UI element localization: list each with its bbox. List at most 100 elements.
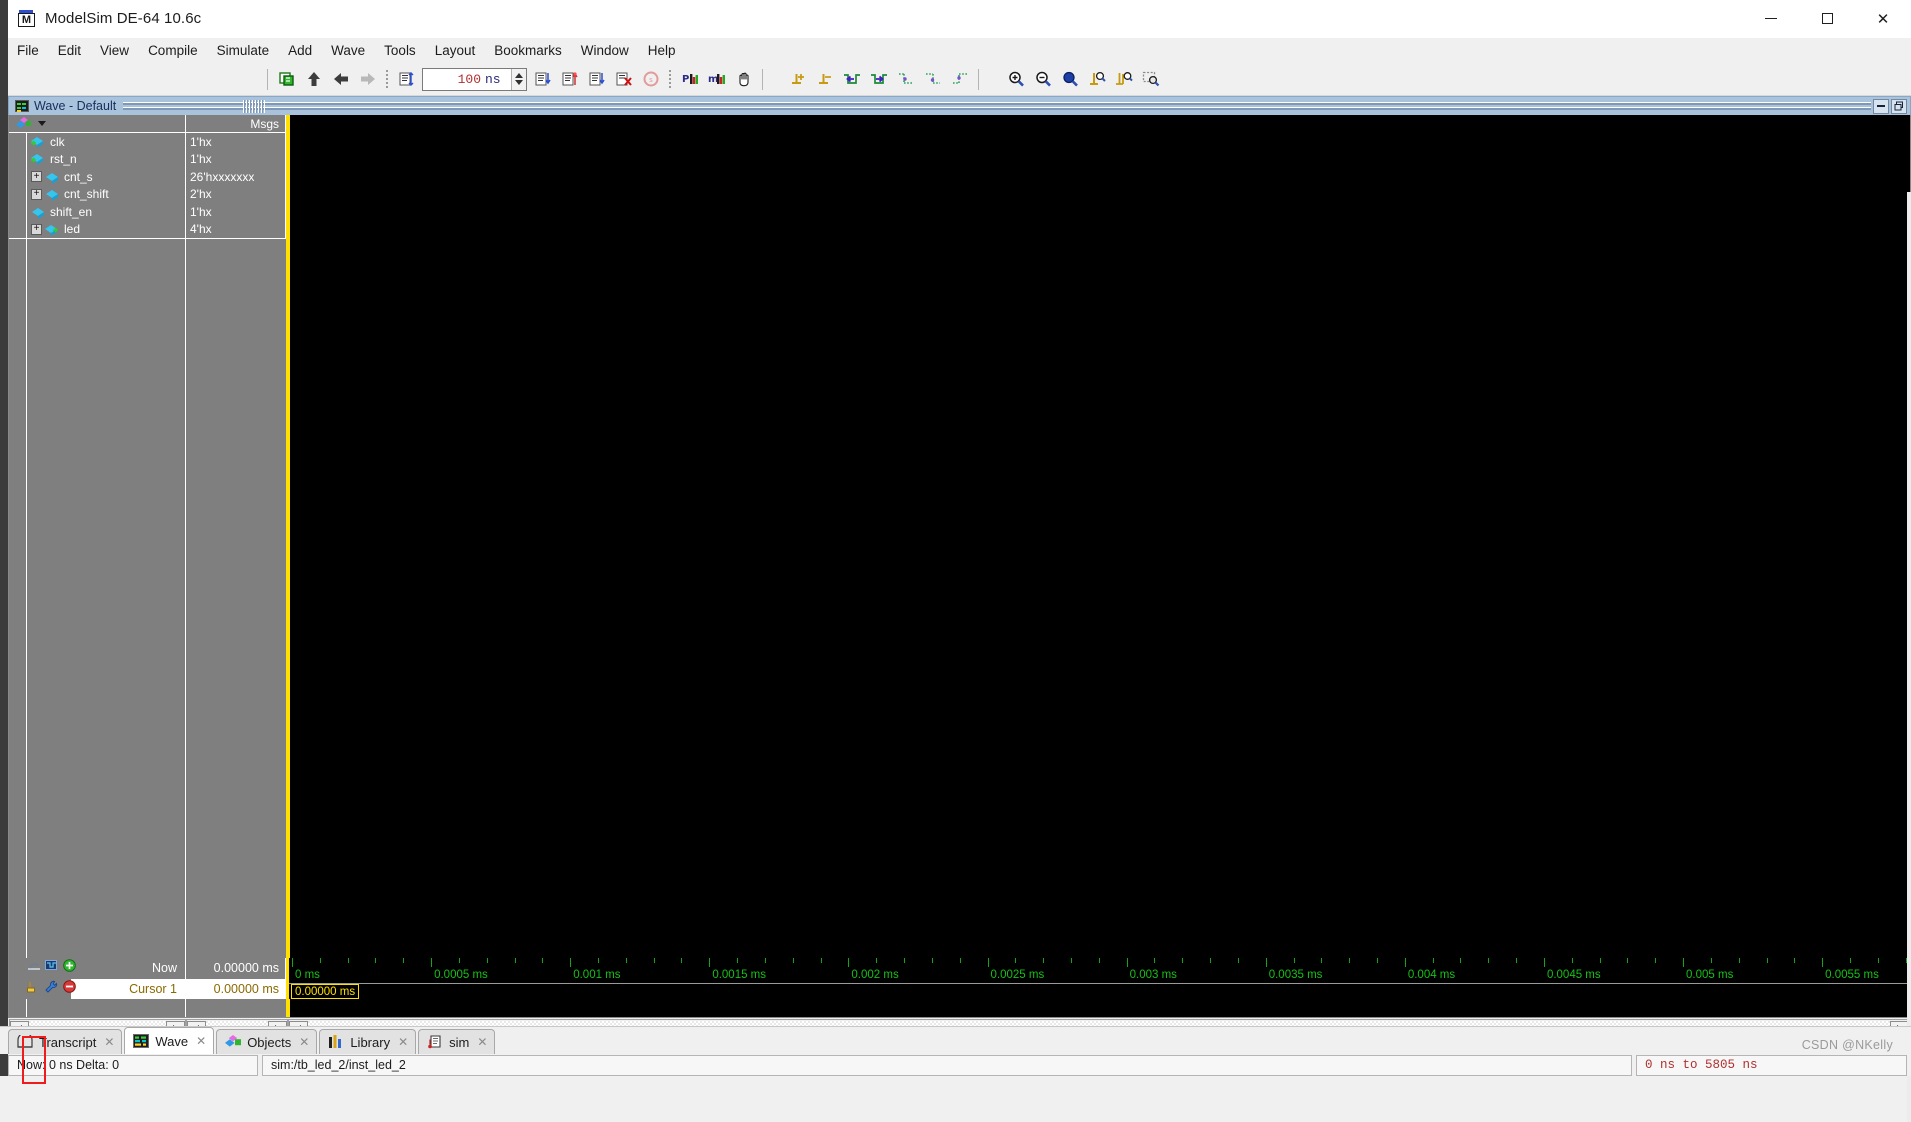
value-row-cnt_s[interactable]: 26'hxxxxxxx: [186, 168, 286, 186]
zoom-in-icon[interactable]: [1003, 67, 1028, 92]
menu-tools[interactable]: Tools: [375, 40, 425, 61]
forward-arrow-icon[interactable]: [355, 67, 380, 92]
zoom-range-icon[interactable]: [1111, 67, 1136, 92]
tab-library[interactable]: Library ✕: [319, 1029, 417, 1054]
hand-pan-icon[interactable]: [731, 67, 756, 92]
ruler-minor-tick: [1321, 958, 1323, 963]
run-length-unit[interactable]: ns: [485, 72, 511, 87]
wave-restore-button[interactable]: [1891, 98, 1907, 114]
insert-cursor-icon[interactable]: [785, 67, 810, 92]
tab-close-icon[interactable]: ✕: [196, 1034, 206, 1048]
expander-toggle[interactable]: +: [31, 223, 42, 235]
run-length-field[interactable]: 100 ns: [422, 67, 527, 91]
zoom-out-icon[interactable]: [1030, 67, 1055, 92]
tab-label: Wave: [155, 1033, 189, 1049]
tab-close-icon[interactable]: ✕: [299, 1035, 309, 1049]
find-next-rising-icon[interactable]: [947, 67, 972, 92]
signal-row-cnt_s[interactable]: + cnt_s: [9, 168, 186, 186]
left-arrow-icon[interactable]: [328, 67, 353, 92]
zoom-select-icon[interactable]: [1138, 67, 1163, 92]
signal-values-pane[interactable]: Msgs 1'hx 1'hx 26'hxxxxxxx 2'hx 1'hx 4'h…: [186, 115, 286, 1017]
waveform-canvas[interactable]: [286, 115, 1910, 1017]
menu-help[interactable]: Help: [639, 40, 685, 61]
menu-compile[interactable]: Compile: [139, 40, 207, 61]
menu-simulate[interactable]: Simulate: [208, 40, 279, 61]
values-column-header[interactable]: Msgs: [186, 115, 286, 133]
tab-label: Library: [350, 1034, 391, 1050]
up-arrow-icon[interactable]: [301, 67, 326, 92]
time-ruler[interactable]: 0 ms 0.0005 ms 0.001 ms 0.0015 ms 0.002 ms 0.…: [289, 958, 1910, 999]
menu-add[interactable]: Add: [279, 40, 321, 61]
expander-toggle[interactable]: +: [31, 171, 42, 183]
now-row: Now 0.00000 ms: [9, 958, 286, 979]
maximize-button[interactable]: [1799, 0, 1855, 38]
minimize-button[interactable]: [1743, 0, 1799, 38]
memory-icon[interactable]: m: [704, 67, 729, 92]
cursor-marker-icon[interactable]: [27, 980, 41, 998]
tab-sim[interactable]: sim ✕: [418, 1029, 496, 1054]
value-row-led[interactable]: 4'hx: [186, 220, 286, 238]
find-prev-falling-icon[interactable]: [893, 67, 918, 92]
delete-cursor-icon[interactable]: [812, 67, 837, 92]
value-row-cnt_shift[interactable]: 2'hx: [186, 185, 286, 203]
menu-wave[interactable]: Wave: [322, 40, 374, 61]
stepper-up-icon[interactable]: [515, 73, 523, 78]
cursor-1-line[interactable]: [289, 115, 290, 1017]
configure-cursor-icon[interactable]: [45, 980, 59, 998]
signal-row-shift_en[interactable]: shift_en: [9, 203, 186, 221]
stepper-down-icon[interactable]: [515, 80, 523, 85]
tab-label: Objects: [247, 1034, 292, 1050]
baseline-icon[interactable]: [27, 959, 41, 977]
menu-window[interactable]: Window: [572, 40, 638, 61]
cursor-time-flag[interactable]: 0.00000 ms: [291, 984, 360, 999]
menu-view[interactable]: View: [91, 40, 138, 61]
tab-wave[interactable]: Wave ✕: [124, 1027, 215, 1054]
zoom-full-icon[interactable]: [1057, 67, 1082, 92]
signal-row-led[interactable]: + led: [9, 220, 186, 238]
close-button[interactable]: ✕: [1855, 0, 1911, 38]
compile-all-icon[interactable]: [274, 67, 299, 92]
signal-row-cnt_shift[interactable]: + cnt_shift: [9, 185, 186, 203]
add-cursor-icon[interactable]: [63, 959, 76, 977]
tab-objects[interactable]: Objects ✕: [216, 1029, 318, 1054]
wave-titlebar-knurl[interactable]: [243, 99, 266, 113]
run-all-icon[interactable]: [584, 67, 609, 92]
cursor-label-cell[interactable]: Cursor 1: [71, 978, 186, 999]
find-prev-transition-icon[interactable]: [839, 67, 864, 92]
signal-row-clk[interactable]: clk: [9, 133, 186, 151]
find-next-falling-icon[interactable]: [920, 67, 945, 92]
names-column-header[interactable]: [9, 115, 186, 133]
menu-layout[interactable]: Layout: [426, 40, 485, 61]
tab-close-icon[interactable]: ✕: [398, 1035, 408, 1049]
wave-minimize-button[interactable]: [1873, 98, 1889, 114]
chevron-down-icon[interactable]: [38, 121, 46, 126]
zoom-cursor-icon[interactable]: [1084, 67, 1109, 92]
tab-close-icon[interactable]: ✕: [477, 1035, 487, 1049]
value-row-clk[interactable]: 1'hx: [186, 133, 286, 151]
expander-toggle[interactable]: +: [31, 188, 42, 200]
cursor-row[interactable]: Cursor 1 0.00000 ms: [9, 978, 286, 999]
signal-row-rst_n[interactable]: rst_n: [9, 150, 186, 168]
run-icon[interactable]: [530, 67, 555, 92]
ruler-major-tick: [1543, 958, 1545, 967]
ruler-major-tick: [1683, 958, 1685, 967]
break-icon[interactable]: [611, 67, 636, 92]
wave-compare-icon[interactable]: [45, 959, 59, 977]
restart-icon[interactable]: [394, 67, 419, 92]
delete-cursor-row-icon[interactable]: [63, 979, 76, 998]
run-length-value[interactable]: 100: [423, 72, 485, 87]
stop-icon[interactable]: s: [638, 67, 663, 92]
value-row-shift_en[interactable]: 1'hx: [186, 203, 286, 221]
profile-icon[interactable]: P: [677, 67, 702, 92]
signal-names-pane[interactable]: clk rst_n + cnt_s + cnt_shift shift_en +…: [9, 115, 186, 1017]
find-next-transition-icon[interactable]: [866, 67, 891, 92]
menu-edit[interactable]: Edit: [49, 40, 90, 61]
cursor-value-cell[interactable]: 0.00000 ms: [186, 978, 286, 999]
menu-file[interactable]: File: [8, 40, 48, 61]
continue-run-icon[interactable]: [557, 67, 582, 92]
wave-window-titlebar[interactable]: Wave - Default: [8, 96, 1911, 115]
tab-close-icon[interactable]: ✕: [104, 1035, 114, 1049]
run-length-stepper[interactable]: [511, 68, 526, 90]
value-row-rst_n[interactable]: 1'hx: [186, 150, 286, 168]
menu-bookmarks[interactable]: Bookmarks: [485, 40, 571, 61]
